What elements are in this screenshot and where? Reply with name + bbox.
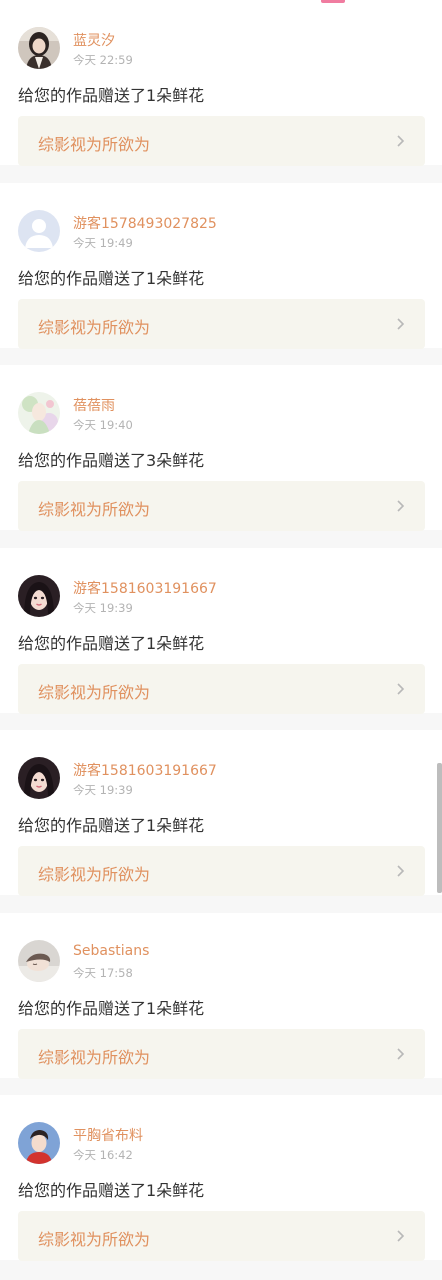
chevron-right-icon	[393, 1047, 407, 1061]
gift-message: 给您的作品赠送了1朵鲜花	[18, 86, 205, 105]
notification-card: Sebastians 今天 17:58 给您的作品赠送了1朵鲜花 综影视为所欲为	[0, 912, 442, 1079]
chevron-right-icon	[393, 134, 407, 148]
timestamp: 今天 16:42	[73, 1148, 133, 1162]
gift-message: 给您的作品赠送了1朵鲜花	[18, 268, 205, 288]
chevron-right-icon	[393, 682, 407, 696]
work-title: 综影视为所欲为	[38, 500, 151, 519]
work-title: 综影视为所欲为	[38, 1047, 151, 1067]
avatar[interactable]	[18, 27, 60, 69]
user-name[interactable]: 蓝灵汐	[73, 30, 115, 50]
work-link[interactable]: 综影视为所欲为	[18, 116, 425, 166]
gift-message: 给您的作品赠送了1朵鲜花	[18, 998, 205, 1018]
work-link[interactable]: 综影视为所欲为	[18, 1028, 425, 1079]
user-name[interactable]: Sebastians	[73, 943, 149, 959]
user-name[interactable]: 游客1581603191667	[73, 760, 217, 780]
work-title: 综影视为所欲为	[38, 135, 151, 154]
user-name[interactable]: 游客1581603191667	[73, 578, 217, 598]
notification-card: 游客1581603191667 今天 19:39 给您的作品赠送了1朵鲜花 综影…	[0, 730, 442, 896]
gift-message: 给您的作品赠送了3朵鲜花	[18, 451, 205, 470]
notification-card: 平胸省布料 今天 16:42 给您的作品赠送了1朵鲜花 综影视为所欲为	[0, 1095, 442, 1261]
work-title: 综影视为所欲为	[38, 1230, 151, 1249]
user-name[interactable]: 平胸省布料	[73, 1125, 143, 1145]
work-title: 综影视为所欲为	[38, 317, 151, 337]
work-link[interactable]: 综影视为所欲为	[18, 481, 425, 531]
notification-list: 蓝灵汐 今天 22:59 给您的作品赠送了1朵鲜花 综影视为所欲为 游客1578…	[0, 0, 442, 1278]
work-link[interactable]: 综影视为所欲为	[18, 846, 425, 896]
avatar[interactable]	[18, 574, 60, 617]
timestamp: 今天 22:59	[73, 53, 133, 67]
chevron-right-icon	[393, 864, 407, 878]
work-title: 综影视为所欲为	[38, 682, 151, 702]
chevron-right-icon	[393, 317, 407, 331]
avatar[interactable]	[18, 757, 60, 799]
timestamp: 今天 19:40	[73, 418, 133, 432]
notification-card: 蓓蓓雨 今天 19:40 给您的作品赠送了3朵鲜花 综影视为所欲为	[0, 365, 442, 531]
work-link[interactable]: 综影视为所欲为	[18, 1211, 425, 1261]
avatar[interactable]	[18, 1122, 60, 1164]
timestamp: 今天 19:39	[73, 783, 133, 797]
user-name[interactable]: 蓓蓓雨	[73, 395, 115, 415]
work-link[interactable]: 综影视为所欲为	[18, 663, 425, 714]
notification-card: 游客1581603191667 今天 19:39 给您的作品赠送了1朵鲜花 综影…	[0, 547, 442, 714]
timestamp: 今天 19:49	[73, 235, 133, 250]
chevron-right-icon	[393, 1229, 407, 1243]
gift-message: 给您的作品赠送了1朵鲜花	[18, 1181, 205, 1200]
gift-message: 给您的作品赠送了1朵鲜花	[18, 816, 205, 835]
notification-card: 游客1578493027825 今天 19:49 给您的作品赠送了1朵鲜花 综影…	[0, 182, 442, 349]
chevron-right-icon	[393, 499, 407, 513]
avatar[interactable]	[18, 392, 60, 434]
gift-message: 给您的作品赠送了1朵鲜花	[18, 633, 205, 653]
avatar[interactable]	[18, 939, 60, 982]
avatar[interactable]	[18, 209, 60, 252]
timestamp: 今天 17:58	[73, 965, 133, 980]
user-name[interactable]: 游客1578493027825	[73, 213, 217, 233]
notification-card: 蓝灵汐 今天 22:59 给您的作品赠送了1朵鲜花 综影视为所欲为	[0, 0, 442, 166]
top-tab-indicator	[321, 0, 345, 3]
work-title: 综影视为所欲为	[38, 865, 151, 884]
timestamp: 今天 19:39	[73, 600, 133, 615]
work-link[interactable]: 综影视为所欲为	[18, 298, 425, 349]
scrollbar[interactable]	[437, 763, 442, 893]
